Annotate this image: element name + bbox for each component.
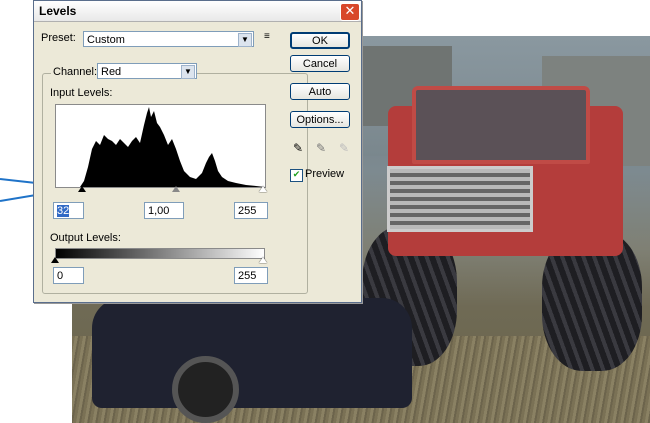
levels-dialog: Levels ✕ Preset: Custom ▼ ≡ Channel: Red… bbox=[33, 0, 362, 303]
white-eyedropper-icon[interactable]: ✎ bbox=[337, 141, 351, 155]
chevron-down-icon: ▼ bbox=[181, 65, 195, 79]
output-white-field[interactable]: 255 bbox=[234, 267, 268, 284]
photo-car-wheel bbox=[172, 356, 239, 423]
preview-checkbox[interactable]: ✔ bbox=[290, 169, 303, 182]
photo-crushed-car bbox=[92, 298, 412, 408]
photo-truck-grille bbox=[387, 166, 533, 232]
preview-label: Preview bbox=[305, 168, 345, 180]
histogram bbox=[55, 104, 266, 188]
channel-select[interactable]: Red ▼ bbox=[97, 63, 197, 79]
chevron-down-icon: ▼ bbox=[238, 33, 252, 47]
input-white-value: 255 bbox=[238, 205, 257, 217]
input-white-field[interactable]: 255 bbox=[234, 202, 268, 219]
title-bar[interactable]: Levels ✕ bbox=[34, 1, 361, 22]
output-gradient bbox=[55, 248, 265, 259]
output-white-slider[interactable] bbox=[259, 257, 267, 263]
options-button[interactable]: Options... bbox=[290, 111, 350, 128]
cancel-button[interactable]: Cancel bbox=[290, 55, 350, 72]
ok-button[interactable]: OK bbox=[290, 32, 350, 49]
input-black-slider[interactable] bbox=[78, 186, 86, 192]
output-black-field[interactable]: 0 bbox=[53, 267, 84, 284]
input-gamma-slider[interactable] bbox=[172, 186, 180, 192]
input-black-field[interactable]: 32 bbox=[53, 202, 84, 219]
black-eyedropper-icon[interactable]: ✎ bbox=[291, 141, 305, 155]
output-black-slider[interactable] bbox=[51, 257, 59, 263]
auto-button[interactable]: Auto bbox=[290, 83, 350, 100]
input-levels-label: Input Levels: bbox=[50, 87, 113, 99]
close-button[interactable]: ✕ bbox=[340, 3, 360, 21]
dialog-title: Levels bbox=[39, 4, 77, 18]
preset-label: Preset: bbox=[41, 32, 76, 44]
close-icon: ✕ bbox=[344, 4, 356, 19]
channel-label: Channel: bbox=[51, 66, 100, 78]
gray-eyedropper-icon[interactable]: ✎ bbox=[314, 141, 328, 155]
output-black-value: 0 bbox=[57, 270, 64, 282]
input-black-value: 32 bbox=[57, 205, 70, 217]
list-menu-icon[interactable]: ≡ bbox=[264, 31, 270, 42]
input-gamma-value: 1,00 bbox=[148, 205, 170, 217]
channel-value: Red bbox=[101, 66, 122, 78]
input-white-slider[interactable] bbox=[259, 186, 267, 192]
photo-truck-windshield bbox=[412, 86, 590, 164]
input-gamma-field[interactable]: 1,00 bbox=[144, 202, 184, 219]
preset-value: Custom bbox=[87, 34, 125, 46]
histogram-graph bbox=[56, 107, 265, 187]
output-white-value: 255 bbox=[238, 270, 257, 282]
output-levels-label: Output Levels: bbox=[50, 232, 121, 244]
preset-select[interactable]: Custom ▼ bbox=[83, 31, 254, 47]
